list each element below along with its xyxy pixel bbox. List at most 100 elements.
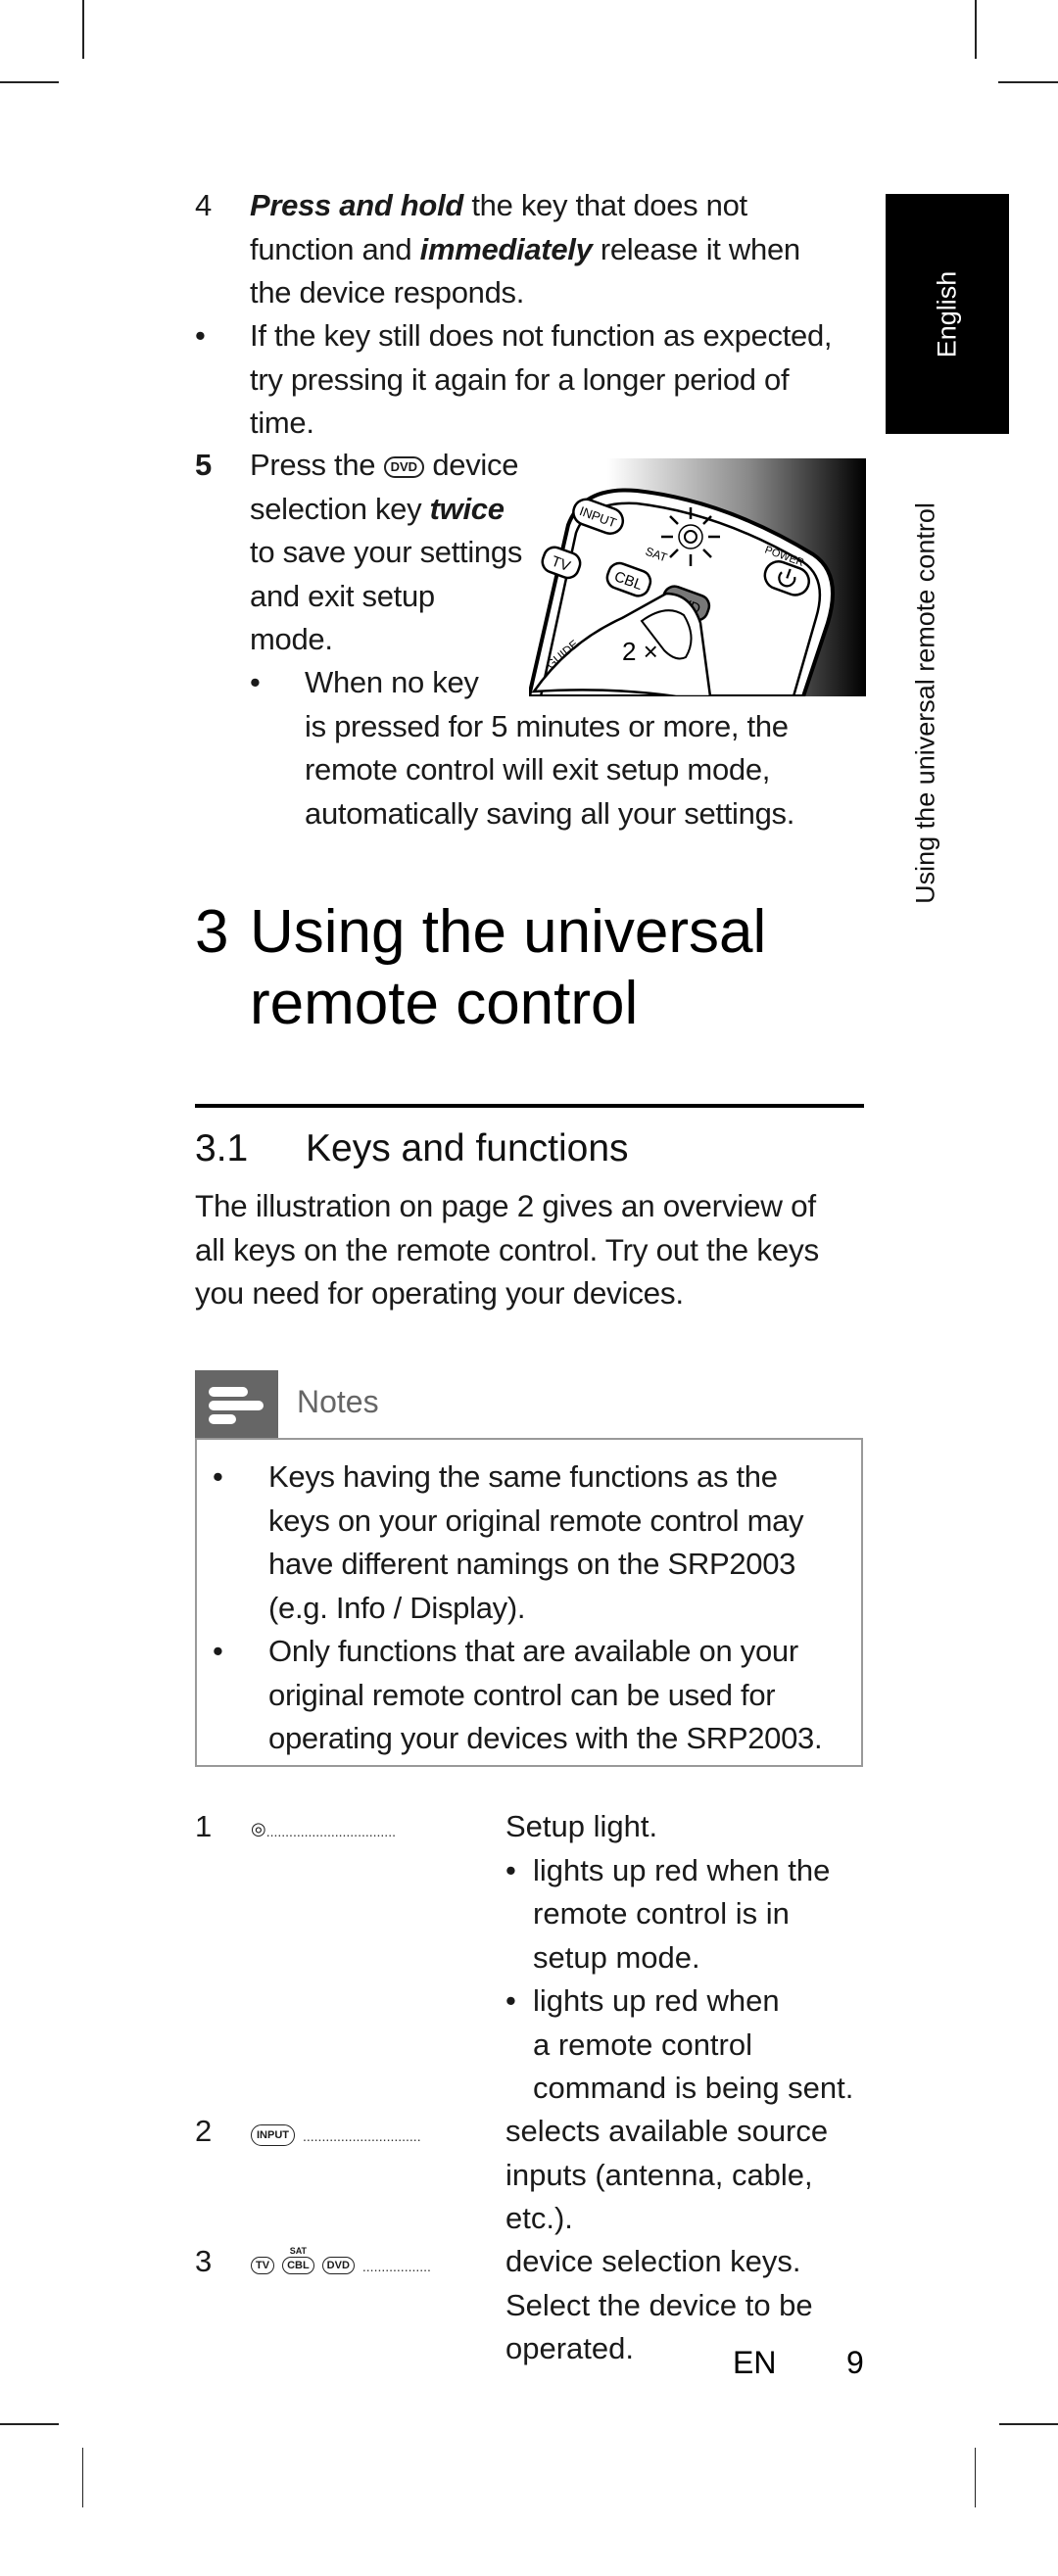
section-number: 3.1 — [195, 1127, 249, 1169]
bullet-symbol: • — [505, 1852, 516, 1887]
key-description: Setup light. • lights up red when the re… — [505, 1805, 878, 2111]
press-count-label: 2 × — [622, 637, 658, 666]
desc-line: Select the device to be — [505, 2287, 813, 2322]
setup-light-glyph: ◎ — [251, 1819, 266, 1838]
note-line: Keys having the same functions as the — [268, 1459, 778, 1494]
note-line: keys on your original remote control may — [268, 1503, 804, 1538]
desc-line: command is being sent. — [533, 2071, 854, 2105]
key-icons: INPUT............................... — [251, 2110, 421, 2159]
section-intro: The illustration on page 2 gives an over… — [195, 1184, 881, 1315]
bullet-symbol: • — [195, 318, 206, 353]
key-label: CBL — [287, 2260, 310, 2271]
crop-mark — [82, 2448, 83, 2507]
desc-line: selects available source — [505, 2114, 829, 2148]
desc-line: lights up red when — [533, 1983, 780, 2018]
step-5-line: selection key twice — [250, 488, 544, 532]
bullet-line: try pressing it again for a longer perio… — [250, 361, 790, 397]
crop-mark — [998, 81, 1058, 83]
step-5-line: to save your settings — [250, 535, 523, 569]
text: release it when — [592, 231, 800, 266]
key-icons: TV SAT CBL DVD.................. — [251, 2240, 431, 2289]
notes-icon — [195, 1370, 278, 1439]
key-description: selects available source inputs (antenna… — [505, 2110, 878, 2241]
bullet-line: remote control will exit setup mode, — [305, 752, 771, 787]
page-number: 9 — [846, 2345, 864, 2380]
bullet-symbol: • — [250, 665, 261, 699]
sub-bullet: • lights up red when a remote control co… — [505, 1980, 878, 2111]
tv-key-icon: TV — [251, 2257, 275, 2274]
chapter-side-title: Using the universal remote control — [910, 502, 940, 904]
sub-bullet: • lights up red when the remote control … — [505, 1849, 878, 1980]
step-5-line: Press the DVD device — [250, 444, 544, 488]
desc-line: device selection keys. — [505, 2244, 801, 2278]
crop-mark — [0, 2423, 59, 2425]
dvd-key-icon: DVD — [321, 2257, 355, 2274]
section-divider — [195, 1104, 864, 1108]
note-line: original remote control can be used for — [268, 1677, 776, 1712]
bullet-line: automatically saving all your settings. — [305, 795, 795, 831]
setup-light-icon — [661, 507, 720, 566]
crop-mark — [975, 0, 977, 59]
step-4-line: the device responds. — [250, 275, 525, 310]
intro-line: The illustration on page 2 gives an over… — [195, 1188, 816, 1223]
text: Press the — [250, 448, 376, 482]
desc-line: etc.). — [505, 2201, 573, 2235]
step-4-line: function and immediately release it when — [250, 228, 877, 272]
footer-language: EN — [733, 2345, 777, 2380]
bullet-symbol: • — [213, 1634, 223, 1668]
emphasis: immediately — [419, 231, 593, 266]
chapter-title-line: remote control — [250, 970, 639, 1037]
step-4-line: Press and hold the key that does not — [250, 184, 877, 228]
cbl-key-icon: SAT CBL — [282, 2246, 314, 2274]
desc-line: operated. — [505, 2331, 634, 2365]
key-number: 2 — [195, 2114, 213, 2148]
note-line: have different namings on the SRP2003 — [268, 1547, 796, 1581]
bullet-line: is pressed for 5 minutes or more, the — [305, 708, 789, 743]
intro-line: all keys on the remote control. Try out … — [195, 1231, 819, 1267]
chapter-heading: 3 Using the universal remote control — [195, 896, 766, 1039]
bullet-line: time. — [250, 405, 314, 440]
key-number: 3 — [195, 2244, 213, 2278]
key-description: device selection keys. Select the device… — [505, 2240, 878, 2371]
step-5-text: Press the DVD device selection key twice… — [250, 444, 544, 662]
bullet-symbol: • — [213, 1459, 223, 1494]
text: function and — [250, 231, 420, 266]
text: the key that does not — [463, 188, 747, 222]
note-line: operating your devices with the SRP2003. — [268, 1721, 823, 1755]
emphasis: Press and hold — [250, 188, 464, 222]
input-key-icon: INPUT — [251, 2124, 295, 2146]
note-line: (e.g. Info / Display). — [268, 1590, 526, 1625]
text: selection key — [250, 491, 430, 526]
language-tab-label: English — [932, 270, 962, 358]
step-number: 5 — [195, 448, 213, 482]
desc-line: lights up red when the — [533, 1852, 831, 1887]
leader-dots: .................................. — [265, 1824, 396, 1839]
leader-dots: .................. — [361, 2259, 431, 2274]
key-number: 1 — [195, 1809, 213, 1843]
desc-line: remote control is in — [533, 1896, 790, 1931]
setup-light-icon: ◎.................................. — [251, 1805, 396, 1854]
desc-line: Setup light. — [505, 1809, 658, 1843]
desc-line: a remote control — [533, 2027, 752, 2062]
crop-mark — [0, 81, 59, 83]
chapter-title-line: Using the universal — [250, 898, 767, 966]
text: device — [424, 448, 519, 482]
intro-line: you need for operating your devices. — [195, 1275, 684, 1311]
step-5-line: and exit setup — [250, 578, 435, 613]
step-4-bullet: If the key still does not function as ex… — [250, 314, 877, 446]
note-line: Only functions that are available on you… — [268, 1634, 798, 1668]
desc-line: inputs (antenna, cable, — [505, 2157, 813, 2192]
dvd-key-icon: DVD — [383, 456, 425, 478]
notes-box: • Keys having the same functions as the … — [195, 1438, 863, 1767]
remote-illustration: INPUT TV SAT CBL DVD POWER GUIDE 2 × — [529, 458, 866, 696]
leader-dots: ............................... — [303, 2128, 421, 2144]
section-heading: 3.1 Keys and functions — [195, 1124, 629, 1173]
emphasis: twice — [429, 491, 505, 526]
bullet-line: If the key still does not function as ex… — [250, 318, 833, 353]
language-tab: English — [886, 194, 1009, 434]
section-title: Keys and functions — [306, 1127, 629, 1169]
step-number: 4 — [195, 188, 213, 222]
note-item: Only functions that are available on you… — [268, 1630, 856, 1761]
step-4-text: Press and hold the key that does not fun… — [250, 184, 877, 315]
bullet-symbol: • — [505, 1983, 516, 2018]
